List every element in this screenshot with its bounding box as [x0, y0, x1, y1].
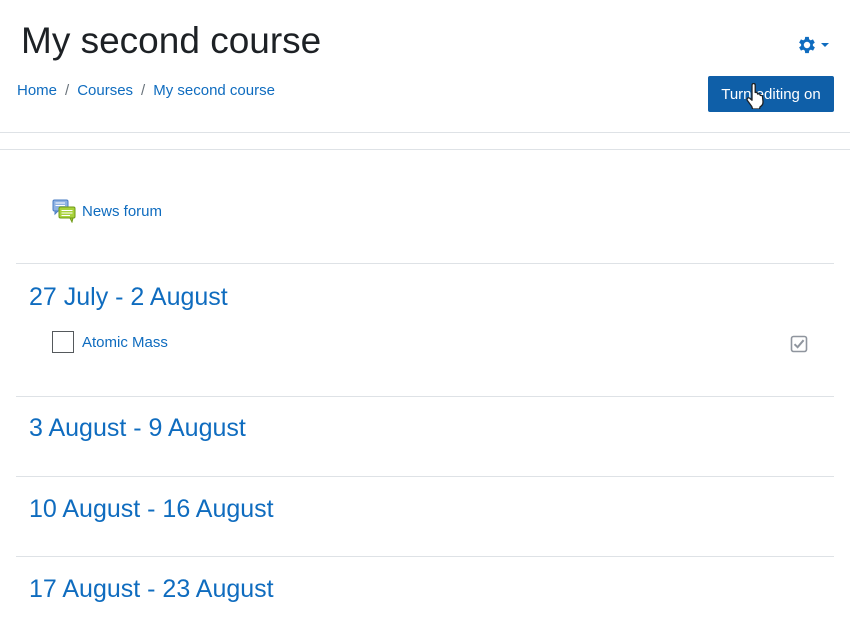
- section-title-1[interactable]: 27 July - 2 August: [29, 282, 228, 312]
- gear-icon[interactable]: [796, 34, 818, 56]
- breadcrumb-separator: /: [65, 82, 70, 99]
- page-title: My second course: [21, 20, 322, 61]
- section-title-4[interactable]: 17 August - 23 August: [29, 574, 274, 604]
- section-divider: [16, 396, 834, 397]
- activity-link-atomic-mass[interactable]: Atomic Mass: [82, 334, 168, 351]
- section-divider: [16, 476, 834, 477]
- chevron-down-icon: [821, 43, 829, 47]
- header-divider: [0, 132, 850, 133]
- breadcrumb: Home / Courses / My second course: [17, 82, 275, 99]
- section-title-3[interactable]: 10 August - 16 August: [29, 494, 274, 524]
- completion-checkbox-icon[interactable]: [790, 335, 808, 353]
- activity-news-forum[interactable]: News forum: [52, 199, 162, 223]
- section-title-2[interactable]: 3 August - 9 August: [29, 413, 246, 443]
- blank-activity-icon: [52, 331, 74, 353]
- content-top-divider: [0, 149, 850, 150]
- course-settings-menu[interactable]: [796, 33, 836, 57]
- breadcrumb-home[interactable]: Home: [17, 82, 57, 99]
- breadcrumb-separator: /: [141, 82, 146, 99]
- activity-atomic-mass[interactable]: Atomic Mass: [52, 331, 168, 353]
- forum-icon: [52, 199, 76, 223]
- activity-link-news-forum[interactable]: News forum: [82, 203, 162, 220]
- breadcrumb-courses[interactable]: Courses: [77, 82, 133, 99]
- section-divider: [16, 556, 834, 557]
- turn-editing-on-button[interactable]: Turn editing on: [708, 76, 834, 112]
- breadcrumb-current-course[interactable]: My second course: [153, 82, 275, 99]
- section-divider: [16, 263, 834, 264]
